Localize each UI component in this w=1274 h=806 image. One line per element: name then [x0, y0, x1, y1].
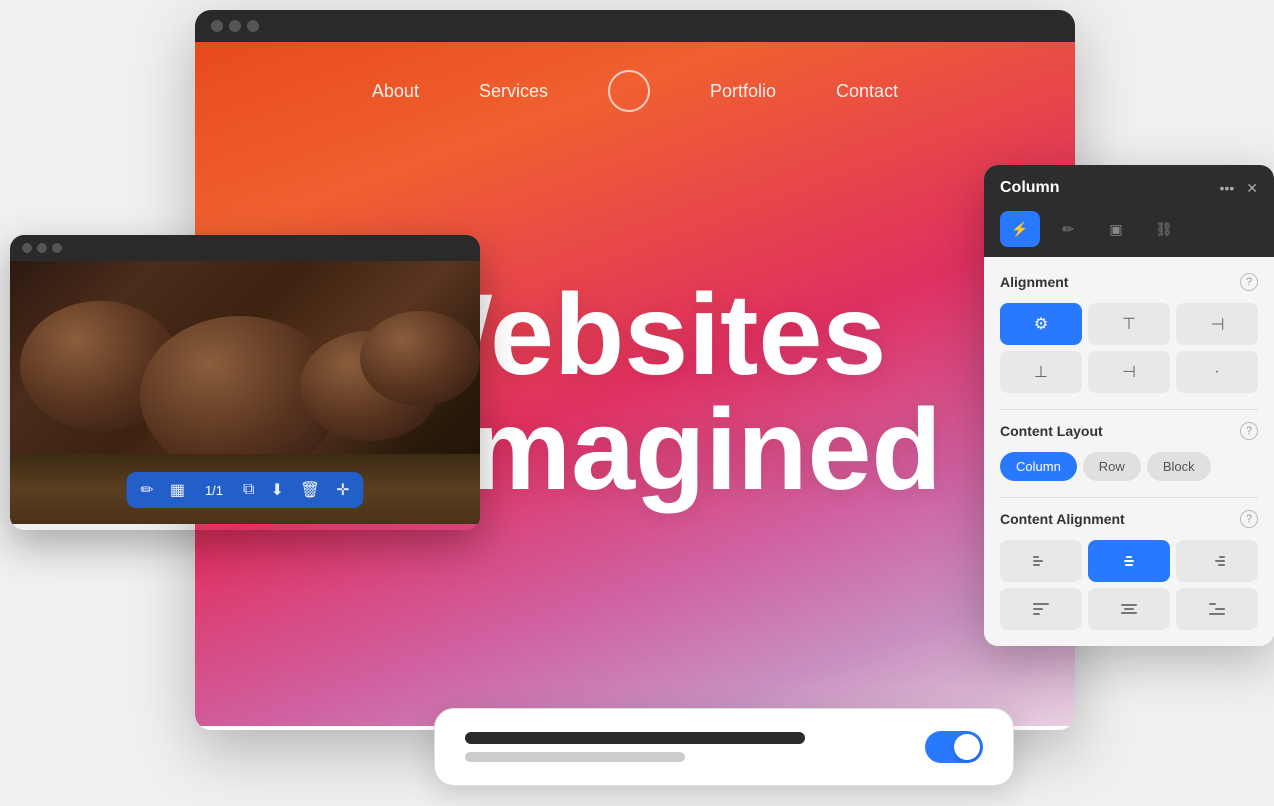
- toggle-line1: [465, 732, 805, 744]
- nav-services[interactable]: Services: [479, 81, 548, 102]
- align-btn-topright[interactable]: ⊤: [1176, 303, 1258, 345]
- ca-icon-5: [1119, 601, 1139, 617]
- align-topcenter-icon: ⊤: [1122, 314, 1136, 334]
- panel-title: Column: [1000, 179, 1060, 197]
- layout-tab-icon: ▣: [1109, 221, 1122, 238]
- align-topright-icon: ⊤: [1207, 317, 1227, 331]
- browser-dot-2: [229, 20, 241, 32]
- tab-general[interactable]: ⚡: [1000, 211, 1040, 247]
- ca-btn-1[interactable]: [1000, 540, 1082, 582]
- nav-logo[interactable]: [608, 70, 650, 112]
- panel-header: Column ••• ✕: [984, 165, 1274, 211]
- image-browser-chrome: [10, 235, 480, 261]
- content-layout-title: Content Layout: [1000, 423, 1103, 439]
- ca-btn-2[interactable]: [1088, 540, 1170, 582]
- site-nav: About Services Portfolio Contact: [195, 42, 1075, 140]
- ca-icon-4: [1031, 601, 1051, 617]
- nav-contact[interactable]: Contact: [836, 81, 898, 102]
- image-toolbar: ✏ ▦ 1/1 ⧉ ⬇ 🗑 ✛: [126, 472, 363, 508]
- toggle-card: [434, 708, 1014, 786]
- ca-icon-2: [1119, 553, 1139, 569]
- tab-layout[interactable]: ▣: [1096, 211, 1136, 247]
- panel-tabs: ⚡ ✏ ▣ ⛓: [984, 211, 1274, 257]
- align-topleft-icon: ⚙: [1034, 314, 1048, 334]
- tab-link[interactable]: ⛓: [1144, 211, 1184, 247]
- content-alignment-header: Content Alignment ?: [1000, 510, 1258, 528]
- content-alignment-help[interactable]: ?: [1240, 510, 1258, 528]
- align-btn-topleft[interactable]: ⚙: [1000, 303, 1082, 345]
- toggle-text-group: [465, 732, 805, 762]
- img-dot-2: [37, 243, 47, 253]
- ca-icon-1: [1031, 553, 1051, 569]
- link-tab-icon: ⛓: [1155, 221, 1173, 238]
- img-dot-1: [22, 243, 32, 253]
- panel-header-icons: ••• ✕: [1220, 180, 1258, 197]
- grid-icon[interactable]: ▦: [170, 480, 185, 500]
- align-bottomright-icon: ·: [1214, 363, 1219, 381]
- trash-icon[interactable]: 🗑: [300, 480, 320, 500]
- alignment-section-header: Alignment ?: [1000, 273, 1258, 291]
- bowl4: [360, 311, 480, 406]
- browser-dot-1: [211, 20, 223, 32]
- download-icon[interactable]: ⬇: [270, 480, 283, 500]
- content-layout-row: Column Row Block: [1000, 452, 1258, 481]
- nav-about[interactable]: About: [372, 81, 419, 102]
- content-alignment-grid: [1000, 540, 1258, 630]
- general-tab-label: ⚡: [1011, 221, 1028, 238]
- toolbar-counter: 1/1: [201, 483, 227, 498]
- content-layout-help[interactable]: ?: [1240, 422, 1258, 440]
- ca-btn-5[interactable]: [1088, 588, 1170, 630]
- browser-dot-3: [247, 20, 259, 32]
- align-bottomcenter-icon: ⊣: [1122, 362, 1136, 382]
- alignment-title: Alignment: [1000, 274, 1068, 290]
- more-icon[interactable]: •••: [1220, 180, 1235, 196]
- image-panel: ✏ ▦ 1/1 ⧉ ⬇ 🗑 ✛: [10, 235, 480, 530]
- layout-block-btn[interactable]: Block: [1147, 452, 1211, 481]
- close-icon[interactable]: ✕: [1246, 180, 1258, 197]
- ca-btn-6[interactable]: [1176, 588, 1258, 630]
- layout-row-btn[interactable]: Row: [1083, 452, 1141, 481]
- nav-portfolio[interactable]: Portfolio: [710, 81, 776, 102]
- toggle-knob: [954, 734, 980, 760]
- img-dot-3: [52, 243, 62, 253]
- content-alignment-title: Content Alignment: [1000, 511, 1125, 527]
- align-btn-bottomcenter[interactable]: ⊣: [1088, 351, 1170, 393]
- move-icon[interactable]: ✛: [336, 480, 349, 500]
- layout-column-btn[interactable]: Column: [1000, 452, 1077, 481]
- pencil-icon[interactable]: ✏: [140, 480, 153, 500]
- ca-btn-3[interactable]: [1176, 540, 1258, 582]
- column-panel: Column ••• ✕ ⚡ ✏ ▣ ⛓ Alignment ? ⚙: [984, 165, 1274, 646]
- panel-body: Alignment ? ⚙ ⊤ ⊤ ⊥ ⊣ ·: [984, 257, 1274, 646]
- ca-icon-6: [1207, 601, 1227, 617]
- copy-icon[interactable]: ⧉: [243, 481, 254, 499]
- alignment-help[interactable]: ?: [1240, 273, 1258, 291]
- toggle-line2: [465, 752, 685, 762]
- toggle-switch[interactable]: [925, 731, 983, 763]
- ca-btn-4[interactable]: [1000, 588, 1082, 630]
- align-bottomleft-icon: ⊥: [1034, 362, 1048, 382]
- divider2: [1000, 497, 1258, 498]
- content-layout-header: Content Layout ?: [1000, 422, 1258, 440]
- style-tab-icon: ✏: [1062, 221, 1074, 238]
- tab-style[interactable]: ✏: [1048, 211, 1088, 247]
- browser-chrome: [195, 10, 1075, 42]
- image-content: ✏ ▦ 1/1 ⧉ ⬇ 🗑 ✛: [10, 261, 480, 524]
- align-btn-topcenter[interactable]: ⊤: [1088, 303, 1170, 345]
- align-btn-bottomright[interactable]: ·: [1176, 351, 1258, 393]
- alignment-grid: ⚙ ⊤ ⊤ ⊥ ⊣ ·: [1000, 303, 1258, 393]
- divider1: [1000, 409, 1258, 410]
- ca-icon-3: [1207, 553, 1227, 569]
- align-btn-bottomleft[interactable]: ⊥: [1000, 351, 1082, 393]
